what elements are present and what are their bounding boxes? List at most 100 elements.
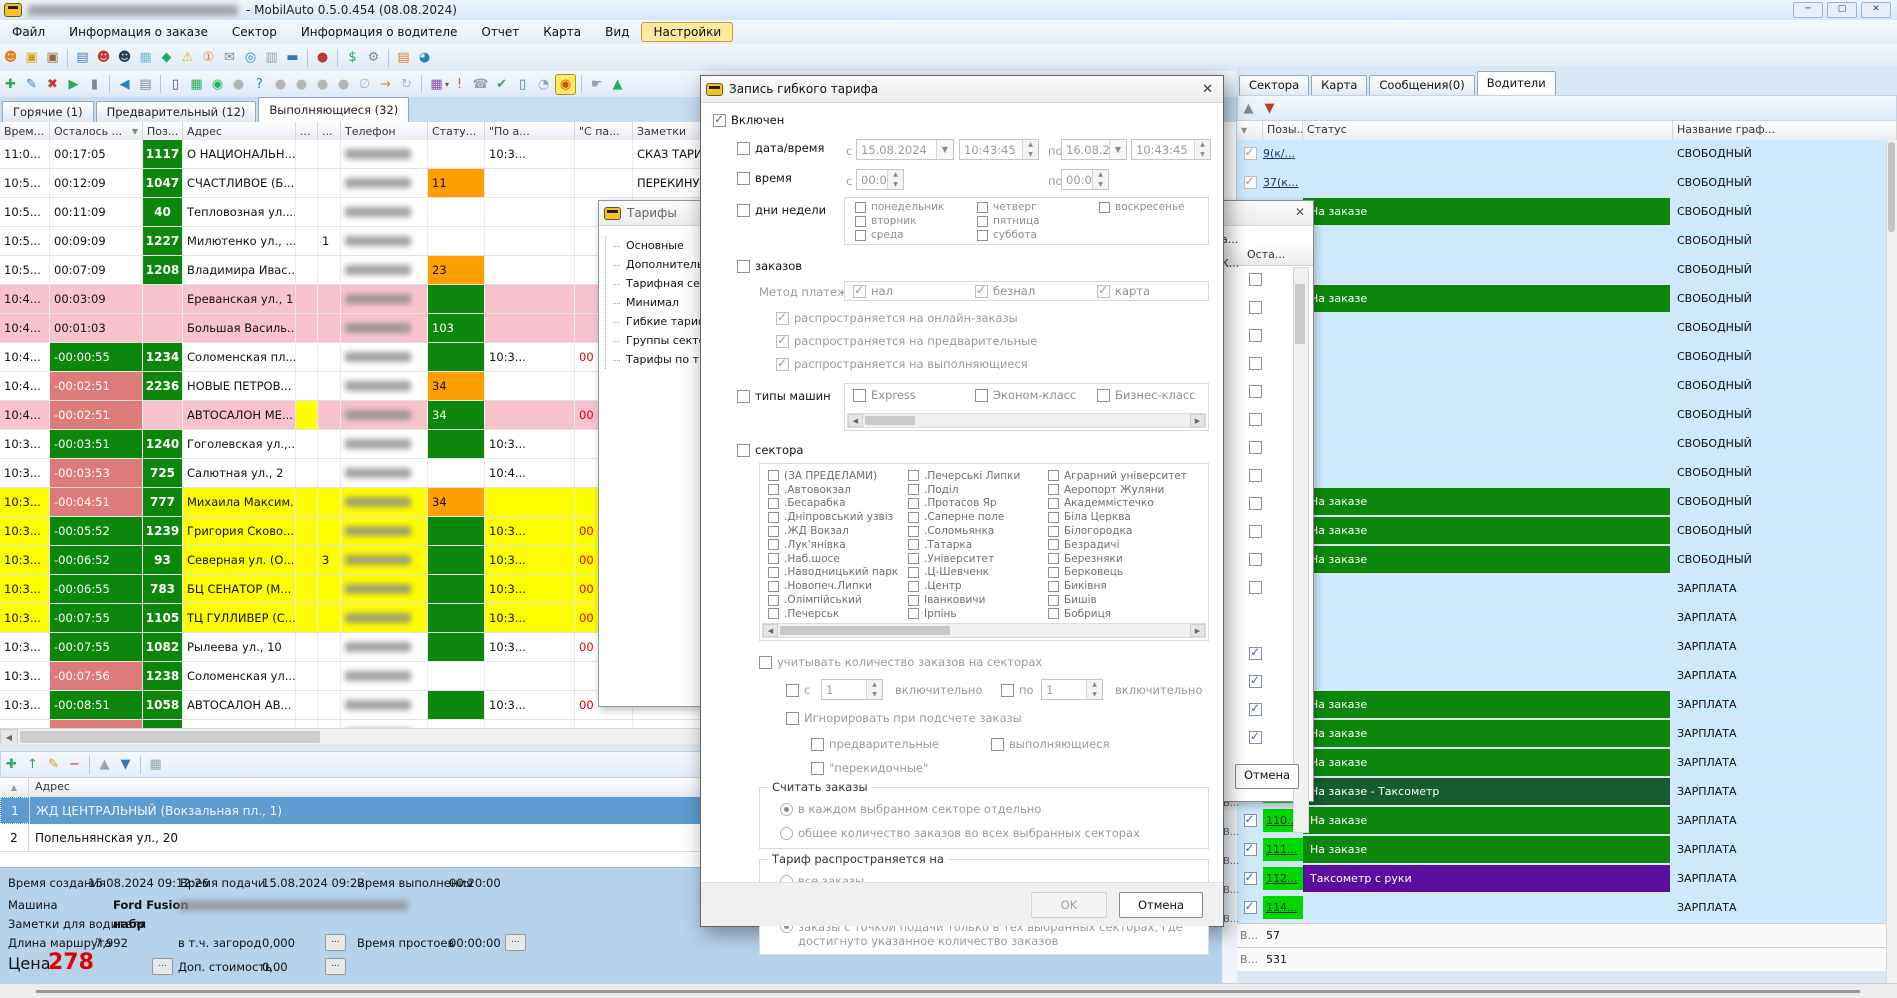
warning-icon[interactable]: ⚠ [178, 48, 197, 67]
driver-select-cell[interactable] [1237, 812, 1263, 827]
checkbox-icon[interactable] [1048, 470, 1059, 482]
scroll-left-icon[interactable]: ◀ [763, 624, 778, 637]
checkbox-icon[interactable] [737, 141, 750, 155]
checkbox-icon[interactable] [1099, 201, 1110, 213]
checkbox-icon[interactable] [768, 608, 779, 620]
disabled-2-icon[interactable]: ● [292, 75, 311, 94]
driver-icon[interactable]: ☻ [115, 48, 134, 67]
count-to-spinner[interactable]: 1 ▲ ▼ [1041, 679, 1103, 700]
checkbox-icon[interactable] [908, 553, 919, 565]
ignore-checkbox[interactable]: Игнорировать при подсчете заказы [786, 711, 1022, 725]
checkbox-checked[interactable] [1243, 841, 1257, 856]
orders-column-header[interactable]: Осталось ... ▼ [50, 122, 143, 140]
checkbox-checked-disabled[interactable] [1243, 145, 1257, 160]
orders-column-header[interactable]: Врем... [0, 122, 50, 140]
resize-gripper[interactable] [36, 990, 1860, 993]
date-from-combo[interactable]: 15.08.2024 ▼ [856, 139, 954, 160]
zagorod-edit-button[interactable]: ... [325, 934, 346, 951]
menu-item-Настройки[interactable]: Настройки [641, 22, 734, 42]
sector-.Автовокзал[interactable]: .Автовокзал [768, 483, 898, 497]
move-up-icon[interactable]: ▲ [95, 755, 114, 774]
cartype-Эконом-класс[interactable]: Эконом-класс [975, 388, 1076, 402]
count-each-sector-radio[interactable]: в каждом выбранном секторе отдельно [780, 802, 1041, 816]
checkbox-icon[interactable] [908, 539, 919, 551]
list-checkbox[interactable] [1249, 301, 1262, 314]
checkbox-icon[interactable] [776, 310, 789, 325]
close-button[interactable]: ✕ [1861, 2, 1891, 18]
sector-Аеропорт Жуляни[interactable]: Аеропорт Жуляни [1048, 483, 1187, 497]
card-icon[interactable]: ▬ [283, 48, 302, 67]
driver-select-cell[interactable] [1237, 174, 1263, 189]
taxi-icon[interactable]: ▣ [22, 48, 41, 67]
checkbox-icon[interactable] [908, 511, 919, 523]
count-from-checkbox[interactable]: с [786, 683, 810, 697]
checkbox-icon[interactable] [1048, 566, 1059, 578]
checkbox-icon[interactable] [811, 761, 824, 775]
list-checkbox[interactable] [1249, 329, 1262, 342]
mail-icon[interactable]: ✉ [220, 48, 239, 67]
payment-нал[interactable]: нал [853, 283, 893, 298]
checkbox-icon[interactable] [855, 215, 866, 227]
tariff-tree-item-Гибкие тарифы[interactable]: Гибкие тарифы [612, 312, 712, 331]
ok-button[interactable]: OK [1031, 892, 1107, 918]
stop-icon[interactable]: ● [313, 48, 332, 67]
sectors-hscrollbar[interactable]: ◀ ▶ [762, 623, 1206, 638]
time-checkbox[interactable]: время [737, 171, 792, 185]
driver-callsign-cell[interactable]: 112... [1263, 867, 1303, 890]
checkbox-icon[interactable] [908, 580, 919, 592]
checkbox-icon[interactable] [977, 229, 988, 241]
door-icon[interactable]: ▯ [166, 75, 185, 94]
sector-.Наб.шосе[interactable]: .Наб.шосе [768, 552, 898, 566]
checkbox-icon[interactable] [786, 683, 799, 697]
driver-row[interactable]: СВОБОДНЫЙ [1237, 256, 1897, 283]
checkbox-icon[interactable] [768, 525, 779, 537]
driver-row[interactable]: На заказе ЗАРПЛАТА [1237, 749, 1897, 776]
sector-Іванковичи[interactable]: Іванковичи [908, 593, 1020, 607]
checkbox-icon[interactable] [811, 737, 824, 751]
checkbox-icon[interactable] [776, 333, 789, 348]
checkbox-icon[interactable] [908, 484, 919, 496]
checkbox-icon[interactable] [768, 497, 779, 509]
phone-icon[interactable]: ☎ [471, 75, 490, 94]
sector-Берковець[interactable]: Берковець [1048, 566, 1187, 580]
address-remove-icon[interactable]: − [65, 755, 84, 774]
mobile-icon[interactable]: ▯ [513, 75, 532, 94]
tariff-tree-item-Дополнительные[interactable]: Дополнительные [612, 255, 712, 274]
order-row[interactable]: 11:0... 00:17:05 1117 О НАЦИОНАЛЬН... 10:3..… [0, 140, 750, 169]
sector-Бобриця[interactable]: Бобриця [1048, 607, 1187, 621]
menu-item-Информация о заказе[interactable]: Информация о заказе [57, 22, 220, 42]
sector-.ЖД Вокзал[interactable]: .ЖД Вокзал [768, 524, 898, 538]
order-row[interactable]: 10:5... 00:12:09 1047 СЧАСТЛИВОЕ (Б... 11 ПЕР… [0, 169, 750, 198]
checkbox-icon[interactable] [768, 470, 779, 482]
driver-row[interactable]: На заказе ЗАРПЛАТА [1237, 720, 1897, 747]
checkbox-icon[interactable] [786, 711, 799, 725]
cartypes-checkbox[interactable]: типы машин [737, 389, 831, 403]
address-edit-icon[interactable]: ✎ [44, 755, 63, 774]
ignore-preliminary-checkbox[interactable]: предварительные [811, 737, 939, 751]
tab-Предварительный (12)[interactable]: Предварительный (12) [95, 101, 257, 122]
driver-row[interactable]: ЗАРПЛАТА [1237, 604, 1897, 631]
checkbox-icon[interactable] [1048, 525, 1059, 537]
report-icon[interactable]: ▤ [73, 48, 92, 67]
checkbox-icon[interactable] [1048, 511, 1059, 523]
menu-item-Сектор[interactable]: Сектор [220, 22, 289, 42]
driver-callsign-cell[interactable]: 114... [1263, 896, 1303, 919]
urgent-icon[interactable]: ! [450, 75, 469, 94]
sector-Бишів[interactable]: Бишів [1048, 593, 1187, 607]
dialog-titlebar[interactable]: Запись гибкого тарифа ✕ [701, 76, 1223, 103]
checkbox-icon[interactable] [1048, 594, 1059, 606]
checkbox-icon[interactable] [768, 566, 779, 578]
ledger-icon[interactable]: ▤ [394, 48, 413, 67]
db-icon[interactable]: ▤ [136, 75, 155, 94]
list-checkbox-checked[interactable] [1249, 645, 1262, 660]
checkbox-icon[interactable] [853, 388, 866, 402]
eye-icon[interactable]: ◉ [555, 73, 577, 95]
driver-row[interactable]: 37(к... СВОБОДНЫЙ [1237, 169, 1897, 196]
menu-item-Файл[interactable]: Файл [0, 22, 57, 42]
driver-callsign-link[interactable]: 37(к... [1263, 176, 1298, 189]
sector-(ЗА ПРЕДЕЛАМИ)[interactable]: (ЗА ПРЕДЕЛАМИ) [768, 469, 898, 483]
move-down-icon[interactable]: ▼ [116, 755, 135, 774]
driver-row[interactable]: На заказе СВОБОДНЫЙ [1237, 488, 1897, 515]
checkbox-icon[interactable] [737, 259, 750, 273]
date-to-combo[interactable]: 16.08.2024▼ [1061, 139, 1127, 160]
